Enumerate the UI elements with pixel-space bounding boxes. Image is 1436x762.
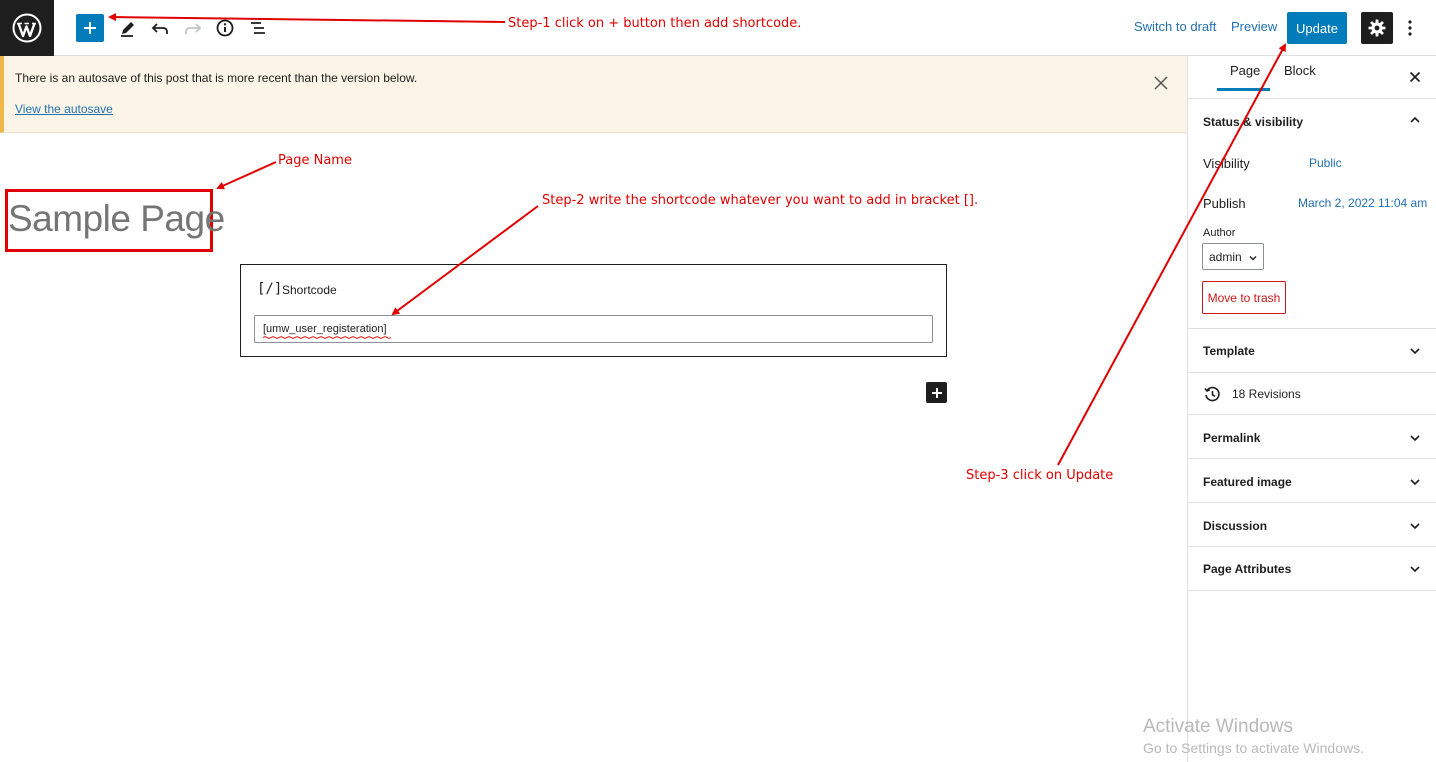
block-editor-screen: Switch to draft Preview Update There is …: [0, 0, 1436, 762]
shortcode-block-label: Shortcode: [282, 283, 337, 297]
panel-divider: [1188, 328, 1436, 329]
pencil-icon: [121, 22, 134, 37]
notice-text: There is an autosave of this post that i…: [15, 71, 418, 85]
wordpress-logo[interactable]: [0, 0, 54, 56]
sidebar-close-button[interactable]: [1407, 69, 1423, 85]
panel-divider: [1188, 502, 1436, 503]
publish-label: Publish: [1203, 196, 1246, 211]
chevron-down-icon[interactable]: [1407, 561, 1423, 577]
list-view-icon: [251, 22, 265, 34]
close-icon: [1154, 76, 1168, 90]
more-vertical-icon: [1408, 20, 1412, 36]
publish-date-button[interactable]: March 2, 2022 11:04 am: [1298, 196, 1427, 210]
activation-watermark-title: Activate Windows: [1143, 716, 1293, 737]
shortcode-icon: [/]: [257, 281, 283, 297]
discussion-panel-toggle[interactable]: Discussion: [1203, 519, 1267, 533]
info-icon: [216, 19, 234, 37]
chevron-down-icon[interactable]: [1407, 343, 1423, 359]
tools-button[interactable]: [113, 14, 141, 42]
chevron-down-icon-svg: [1410, 348, 1420, 355]
wordpress-icon: [12, 13, 42, 43]
plus-icon: [931, 387, 942, 398]
chevron-up-icon-svg: [1410, 116, 1420, 123]
preview-button[interactable]: Preview: [1231, 19, 1277, 34]
gear-icon: [1368, 19, 1386, 37]
notice-close-button[interactable]: [1151, 73, 1171, 93]
chevron-up-icon[interactable]: [1407, 112, 1423, 128]
shortcode-block[interactable]: [/] Shortcode: [240, 264, 947, 357]
panel-divider: [1188, 372, 1436, 373]
spellcheck-underline: [263, 336, 391, 339]
template-panel-toggle[interactable]: Template: [1203, 344, 1255, 358]
revisions-link[interactable]: 18 Revisions: [1232, 387, 1301, 401]
close-icon: [1409, 71, 1421, 83]
author-select[interactable]: admin: [1202, 243, 1264, 270]
chevron-down-icon[interactable]: [1407, 518, 1423, 534]
annotation-step1: Step-1 click on + button then add shortc…: [508, 16, 802, 31]
settings-button[interactable]: [1361, 12, 1393, 44]
annotation-step3: Step-3 click on Update: [966, 468, 1114, 483]
active-tab-indicator: [1217, 88, 1270, 91]
page-attributes-panel-toggle[interactable]: Page Attributes: [1203, 562, 1291, 576]
block-inserter-button[interactable]: [926, 382, 947, 403]
annotation-step2: Step-2 write the shortcode whatever you …: [542, 193, 979, 208]
tab-block[interactable]: Block: [1284, 63, 1316, 78]
arrow-page-name: [216, 161, 277, 190]
add-block-button[interactable]: [76, 14, 104, 42]
chevron-down-icon-svg: [1410, 479, 1420, 486]
history-icon: [1204, 386, 1220, 402]
undo-button[interactable]: [146, 14, 174, 42]
author-select-value: admin: [1209, 249, 1242, 264]
details-button[interactable]: [211, 14, 239, 42]
panel-divider: [1188, 590, 1436, 591]
chevron-down-icon[interactable]: [1407, 430, 1423, 446]
panel-divider: [1188, 458, 1436, 459]
autosave-notice: There is an autosave of this post that i…: [0, 56, 1187, 133]
panel-divider: [1188, 414, 1436, 415]
list-view-button[interactable]: [244, 14, 272, 42]
sidebar-tabs: Page Block: [1188, 56, 1436, 99]
page-title[interactable]: Sample Page: [8, 198, 225, 240]
chevron-down-icon: [1249, 256, 1257, 261]
chevron-down-icon-svg: [1410, 523, 1420, 530]
activation-watermark-subtitle: Go to Settings to activate Windows.: [1143, 740, 1364, 756]
move-to-trash-button[interactable]: Move to trash: [1202, 281, 1286, 314]
redo-button[interactable]: [179, 14, 207, 42]
permalink-panel-toggle[interactable]: Permalink: [1203, 431, 1260, 445]
author-label: Author: [1203, 227, 1236, 239]
more-options-button[interactable]: [1400, 14, 1420, 42]
chevron-down-icon-svg: [1410, 435, 1420, 442]
visibility-label: Visibility: [1203, 156, 1250, 171]
chevron-down-icon[interactable]: [1407, 474, 1423, 490]
undo-icon: [151, 23, 168, 34]
visibility-value-button[interactable]: Public: [1309, 156, 1342, 170]
redo-icon: [185, 23, 202, 34]
update-button[interactable]: Update: [1287, 12, 1347, 44]
featured-image-panel-toggle[interactable]: Featured image: [1203, 475, 1292, 489]
panel-divider: [1188, 546, 1436, 547]
tab-page[interactable]: Page: [1230, 63, 1260, 78]
settings-sidebar: Page Block Status & visibility Visibilit…: [1187, 56, 1436, 762]
chevron-down-icon-svg: [1410, 566, 1420, 573]
view-autosave-link[interactable]: View the autosave: [15, 102, 113, 116]
plus-icon: [84, 22, 96, 34]
status-visibility-panel-toggle[interactable]: Status & visibility: [1203, 115, 1303, 129]
annotation-page-name: Page Name: [278, 153, 352, 168]
switch-to-draft-button[interactable]: Switch to draft: [1134, 19, 1216, 34]
